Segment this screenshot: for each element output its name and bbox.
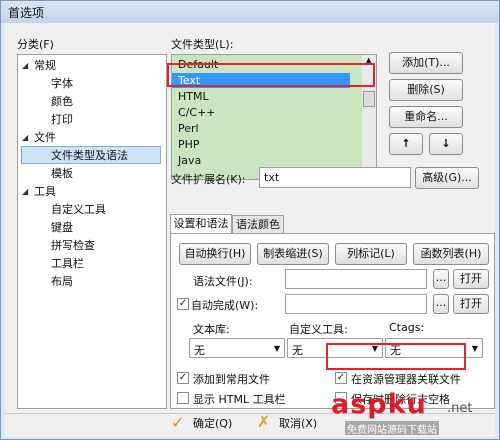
tree-item-font[interactable]: 字体 (51, 75, 73, 93)
syntax-file-input[interactable] (285, 269, 427, 289)
show-html-toolbar-label: 显示 HTML 工具栏 (193, 393, 286, 406)
watermark: aspku .net 免费网站源码下载站 (323, 391, 493, 435)
tree-item-custom-tools[interactable]: 自定义工具 (51, 201, 106, 219)
autocomplete-open-button[interactable]: 打开 (453, 294, 489, 314)
window-title: 首选项 (8, 6, 45, 20)
dialog-content: 分类(F) ◢ 常规 字体 颜色 打印 ◢ 文件 文件类型及语法 模板 ◢ 工具 自定… (5, 23, 495, 437)
rename-button[interactable]: 重命名... (389, 106, 463, 128)
tree-item-toolbar[interactable]: 工具栏 (51, 255, 84, 273)
tree-item-file-types-syntax[interactable]: 文件类型及语法 (21, 146, 161, 164)
explorer-assoc-label: 在资源管理器关联文件 (351, 373, 461, 386)
tree-item-tools[interactable]: ◢ 工具 (22, 183, 56, 201)
tree-item-color[interactable]: 颜色 (51, 93, 73, 111)
highlight-box (167, 63, 375, 87)
check-icon: ✓ (171, 413, 185, 432)
settings-panel: 自动换行(H) 制表缩进(S) 列标记(L) 函数列表(H) 语法文件(J): … (170, 233, 495, 409)
tab-syntax-colors[interactable]: 语法颜色 (232, 215, 284, 233)
tree-item-print[interactable]: 打印 (51, 111, 73, 129)
add-recent-label: 添加到常用文件 (193, 373, 270, 386)
tree-item-file[interactable]: ◢ 文件 (22, 129, 56, 147)
autocomplete-label: 自动完成(W): (191, 299, 259, 312)
expand-triangle-icon[interactable]: ◢ (22, 57, 28, 75)
tree-item-layout[interactable]: 布局 (51, 273, 73, 291)
text-library-select[interactable]: 无 ▼ (189, 338, 285, 358)
move-up-button[interactable]: ↑ (389, 133, 423, 155)
tab-indent-button[interactable]: 制表缩进(S) (257, 243, 329, 265)
autocomplete-checkbox[interactable]: ✓ (177, 298, 189, 310)
syntax-file-browse-button[interactable]: ... (433, 269, 449, 289)
chevron-down-icon: ▼ (273, 344, 280, 353)
list-item[interactable]: HTML (172, 89, 362, 104)
show-html-toolbar-checkbox[interactable] (177, 392, 189, 404)
move-down-button[interactable]: ↓ (429, 133, 463, 155)
word-wrap-button[interactable]: 自动换行(H) (179, 243, 251, 265)
tree-item-keyboard[interactable]: 键盘 (51, 219, 73, 237)
title-bar: 首选项 (1, 1, 499, 23)
highlight-box (326, 343, 466, 370)
watermark-brand: aspku (331, 391, 427, 420)
autocomplete-browse-button[interactable]: ... (433, 294, 449, 314)
add-button[interactable]: 添加(T)... (389, 52, 463, 74)
chevron-down-icon: ▼ (471, 344, 478, 353)
list-item[interactable]: Perl (172, 121, 362, 136)
cancel-button[interactable]: ✗ 取消(X) (253, 411, 333, 433)
expand-triangle-icon[interactable]: ◢ (22, 129, 28, 147)
extension-value: txt (264, 171, 280, 184)
scroll-thumb[interactable] (363, 91, 375, 107)
category-tree[interactable]: ◢ 常规 字体 颜色 打印 ◢ 文件 文件类型及语法 模板 ◢ 工具 自定义工具 键盘… (17, 54, 167, 409)
delete-button[interactable]: 删除(S) (389, 79, 463, 101)
file-types-label: 文件类型(L): (171, 38, 234, 51)
tab-settings-syntax[interactable]: 设置和语法 (170, 214, 232, 233)
syntax-file-open-button[interactable]: 打开 (453, 269, 489, 289)
tree-item-general[interactable]: ◢ 常规 (22, 57, 56, 75)
ctags-label: Ctags: (389, 321, 425, 334)
column-markers-button[interactable]: 列标记(L) (335, 243, 407, 265)
add-recent-checkbox[interactable]: ✓ (177, 372, 189, 384)
list-item[interactable]: C/C++ (172, 105, 362, 120)
preferences-window: 首选项 分类(F) ◢ 常规 字体 颜色 打印 ◢ 文件 文件类型及语法 模板 ◢ 工… (0, 0, 500, 440)
tree-item-template[interactable]: 模板 (51, 165, 73, 183)
ok-button[interactable]: ✓ 确定(Q) (167, 411, 243, 433)
close-icon: ✗ (257, 412, 271, 431)
watermark-subtitle: 免费网站源码下载站 (345, 421, 439, 435)
list-item[interactable]: PHP (172, 137, 362, 152)
syntax-file-label: 语法文件(J): (193, 275, 253, 288)
extension-input[interactable]: txt (259, 167, 411, 188)
categories-label: 分类(F) (17, 38, 54, 51)
list-item[interactable]: Java (172, 153, 362, 168)
custom-tool-label: 自定义工具: (289, 323, 348, 336)
expand-triangle-icon[interactable]: ◢ (22, 183, 28, 201)
advanced-button[interactable]: 高级(G)... (415, 167, 479, 189)
tree-item-spell-check[interactable]: 拼写检查 (51, 237, 95, 255)
autocomplete-input[interactable] (285, 294, 427, 314)
watermark-suffix: .net (447, 401, 473, 416)
text-library-label: 文本库: (193, 323, 230, 336)
extension-label: 文件扩展名(K): (171, 173, 246, 186)
function-list-button[interactable]: 函数列表(H) (413, 243, 489, 265)
explorer-assoc-checkbox[interactable]: ✓ (335, 372, 347, 384)
